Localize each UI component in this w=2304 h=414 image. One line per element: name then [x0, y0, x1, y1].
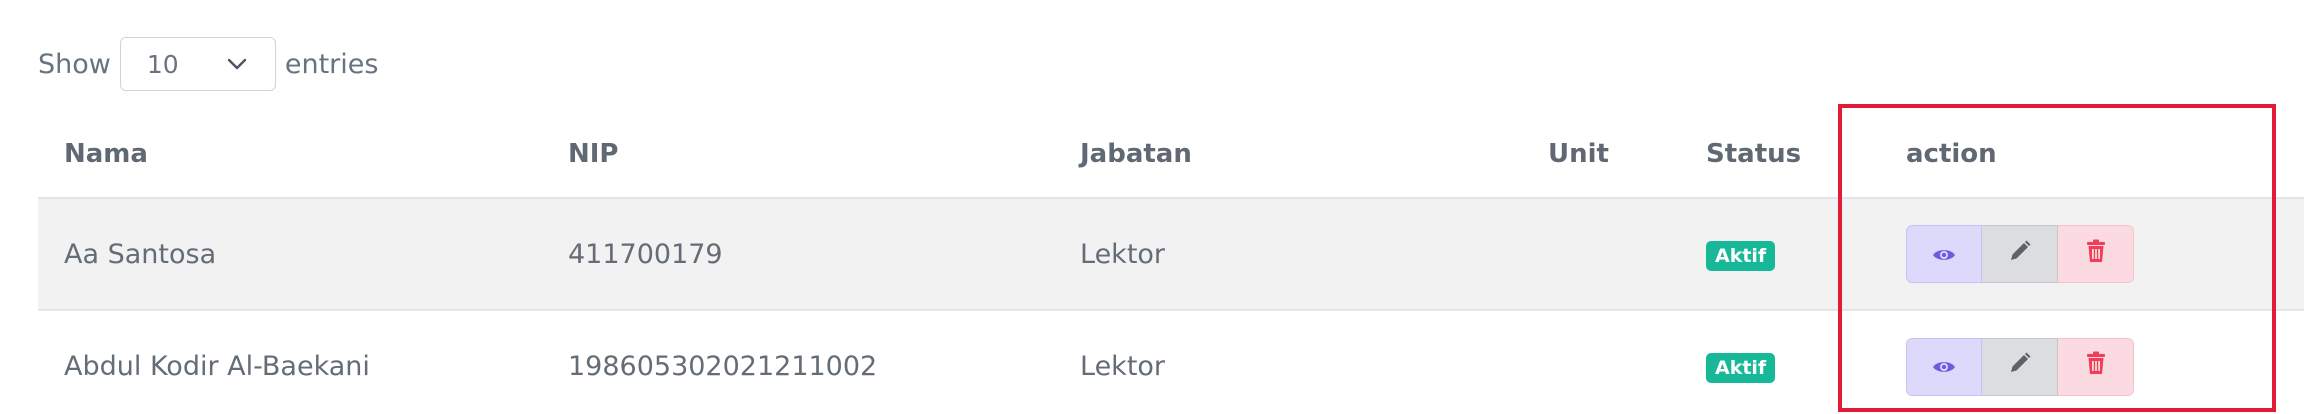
edit-button[interactable] — [1982, 225, 2058, 283]
action-button-group — [1906, 337, 2134, 396]
delete-button[interactable] — [2058, 225, 2134, 283]
cell-jabatan: Lektor — [1054, 198, 1522, 311]
cell-nama: Aa Santosa — [38, 198, 542, 311]
datatable-page: Show 10 entries Nama NIP Jabatan Unit St… — [0, 0, 2304, 414]
cell-nip: 198605302021211002 — [568, 351, 878, 382]
edit-button[interactable] — [1982, 337, 2058, 396]
cell-unit — [1522, 310, 1680, 414]
delete-button[interactable] — [2058, 337, 2134, 396]
view-button[interactable] — [1906, 337, 1982, 396]
cell-status: Aktif — [1680, 310, 1880, 414]
column-header-nip[interactable]: NIP — [542, 110, 1054, 199]
action-button-group — [1906, 225, 2134, 283]
column-header-nama[interactable]: Nama — [38, 110, 542, 199]
eye-icon — [1932, 351, 1956, 382]
table-header-row: Nama NIP Jabatan Unit Status action — [38, 110, 2304, 199]
entries-select[interactable]: 10 — [119, 37, 276, 91]
column-header-unit[interactable]: Unit — [1522, 110, 1680, 199]
table-row: Aa Santosa 411700179 Lektor Aktif — [38, 198, 2304, 311]
trash-icon — [2085, 351, 2107, 382]
entries-length-control: Show 10 entries — [38, 36, 378, 92]
trash-icon — [2085, 239, 2107, 270]
cell-nip: 411700179 — [542, 198, 1054, 311]
show-label: Show — [38, 48, 111, 80]
cell-status: Aktif — [1680, 198, 1880, 311]
entries-select-value: 10 — [146, 49, 179, 79]
status-badge: Aktif — [1706, 240, 1776, 271]
cell-action — [1880, 198, 2304, 311]
column-header-jabatan[interactable]: Jabatan — [1054, 110, 1522, 199]
entries-label: entries — [284, 48, 379, 80]
column-header-action: action — [1880, 110, 2304, 199]
table-row: Abdul Kodir Al-Baekani 19860530202121100… — [38, 310, 2304, 414]
cell-nama: Abdul Kodir Al-Baekani — [64, 351, 370, 382]
eye-icon — [1932, 239, 1956, 270]
chevron-down-icon — [227, 58, 247, 70]
data-table: Nama NIP Jabatan Unit Status action Aa S… — [38, 110, 2304, 414]
pencil-icon — [2008, 351, 2032, 382]
view-button[interactable] — [1906, 225, 1982, 283]
pencil-icon — [2008, 239, 2032, 270]
cell-jabatan: Lektor — [1080, 351, 1166, 382]
column-header-status[interactable]: Status — [1680, 110, 1880, 199]
cell-action — [1880, 310, 2304, 414]
cell-unit — [1522, 198, 1680, 311]
status-badge: Aktif — [1706, 353, 1776, 383]
